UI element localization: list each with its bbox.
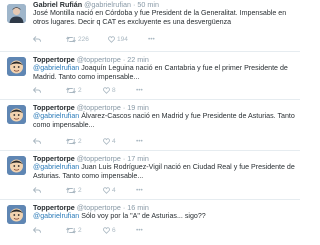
avatar[interactable] — [7, 156, 26, 175]
retweet-icon — [66, 87, 76, 94]
separator-dot: · — [132, 0, 136, 9]
user-handle[interactable]: @toppertorpe — [77, 103, 121, 112]
display-name[interactable]: Toppertorpe — [33, 55, 75, 64]
timestamp[interactable]: 19 min — [127, 103, 149, 112]
more-options-icon[interactable]: ••• — [136, 187, 143, 194]
tweet[interactable]: Toppertorpe @toppertorpe · 19 min @gabri… — [0, 100, 300, 151]
avatar[interactable] — [7, 4, 26, 23]
mention-link[interactable]: @gabrielrufian — [33, 163, 79, 171]
tweet[interactable]: Toppertorpe @toppertorpe · 22 min @gabri… — [0, 52, 300, 100]
user-handle[interactable]: @gabrielrufian — [84, 0, 131, 9]
like-count: 8 — [112, 87, 116, 94]
heart-icon — [103, 138, 110, 145]
like-button[interactable]: 4 — [103, 187, 116, 194]
retweet-count: 226 — [78, 36, 89, 43]
retweet-count: 2 — [78, 227, 82, 234]
retweet-count: 2 — [78, 87, 82, 94]
more-options-icon[interactable]: ••• — [136, 227, 143, 234]
tweet-text: @gabrielrufian Juan Luis Rodríguez-Vigil… — [33, 163, 295, 181]
heart-icon — [103, 87, 110, 94]
like-button[interactable]: 4 — [103, 138, 116, 145]
retweet-icon — [66, 138, 76, 145]
display-name[interactable]: Toppertorpe — [33, 154, 75, 163]
reply-button[interactable] — [33, 187, 41, 194]
like-count: 6 — [112, 227, 116, 234]
tweet[interactable]: Toppertorpe @toppertorpe · 17 min @gabri… — [0, 151, 300, 200]
timestamp[interactable]: 22 min — [127, 55, 149, 64]
tweet-header: Toppertorpe @toppertorpe · 16 min — [33, 203, 149, 212]
retweet-icon — [66, 36, 76, 43]
timestamp[interactable]: 17 min — [127, 154, 149, 163]
tweet-text: @gabrielrufian Sólo voy por la "A" de As… — [33, 212, 295, 221]
tweet-text: @gabrielrufian Joaquín Leguina nació en … — [33, 64, 295, 82]
like-button[interactable]: 194 — [108, 36, 128, 43]
reply-button[interactable] — [33, 87, 41, 94]
user-handle[interactable]: @toppertorpe — [77, 55, 121, 64]
reply-button[interactable] — [33, 138, 41, 145]
avatar[interactable] — [7, 205, 26, 224]
tweet-body: Sólo voy por la "A" de Asturias... sigo?… — [79, 212, 206, 220]
avatar[interactable] — [7, 105, 26, 124]
tweet-header: Toppertorpe @toppertorpe · 19 min — [33, 103, 149, 112]
separator-dot: · — [122, 103, 126, 112]
reply-icon — [33, 87, 41, 93]
display-name[interactable]: Gabriel Rufián — [33, 0, 82, 9]
heart-icon — [108, 36, 115, 43]
tweet-text: @gabrielrufian Álvarez-Cascos nació en M… — [33, 112, 295, 130]
reply-button[interactable] — [33, 227, 41, 234]
like-button[interactable]: 8 — [103, 87, 116, 94]
avatar[interactable] — [7, 57, 26, 76]
tweet-header: Gabriel Rufián @gabrielrufian · 50 min — [33, 0, 159, 9]
cartoon-face-icon — [7, 57, 26, 76]
separator-dot: · — [122, 203, 126, 212]
timestamp[interactable]: 16 min — [127, 203, 149, 212]
timestamp[interactable]: 50 min — [137, 0, 159, 9]
display-name[interactable]: Toppertorpe — [33, 103, 75, 112]
retweet-button[interactable]: 2 — [66, 187, 82, 194]
retweet-count: 2 — [78, 138, 82, 145]
more-options-icon[interactable]: ••• — [136, 87, 143, 94]
retweet-button[interactable]: 2 — [66, 227, 82, 234]
display-name[interactable]: Toppertorpe — [33, 203, 75, 212]
mention-link[interactable]: @gabrielrufian — [33, 212, 79, 220]
reply-icon — [33, 187, 41, 193]
like-count: 4 — [112, 187, 116, 194]
reply-button[interactable] — [33, 36, 41, 43]
cartoon-face-icon — [7, 156, 26, 175]
separator-dot: · — [122, 154, 126, 163]
tweet-header: Toppertorpe @toppertorpe · 22 min — [33, 55, 149, 64]
like-button[interactable]: 6 — [103, 227, 116, 234]
reply-icon — [33, 36, 41, 42]
like-count: 4 — [112, 138, 116, 145]
mention-link[interactable]: @gabrielrufian — [33, 64, 79, 72]
tweet-header: Toppertorpe @toppertorpe · 17 min — [33, 154, 149, 163]
retweet-icon — [66, 187, 76, 194]
retweet-button[interactable]: 2 — [66, 87, 82, 94]
tweet-text: José Montilla nació en Córdoba y fue Pre… — [33, 9, 295, 27]
reply-icon — [33, 138, 41, 144]
user-handle[interactable]: @toppertorpe — [77, 203, 121, 212]
person-portrait-icon — [7, 4, 26, 23]
heart-icon — [103, 227, 110, 234]
reply-icon — [33, 227, 41, 233]
retweet-button[interactable]: 2 — [66, 138, 82, 145]
retweet-count: 2 — [78, 187, 82, 194]
mention-link[interactable]: @gabrielrufian — [33, 112, 79, 120]
retweet-button[interactable]: 226 — [66, 36, 89, 43]
more-options-icon[interactable]: ••• — [148, 36, 155, 43]
tweet[interactable]: Toppertorpe @toppertorpe · 16 min @gabri… — [0, 200, 300, 245]
tweet[interactable]: Gabriel Rufián @gabrielrufian · 50 min J… — [0, 0, 300, 52]
user-handle[interactable]: @toppertorpe — [77, 154, 121, 163]
timeline: Gabriel Rufián @gabrielrufian · 50 min J… — [0, 0, 300, 245]
heart-icon — [103, 187, 110, 194]
separator-dot: · — [122, 55, 126, 64]
cartoon-face-icon — [7, 205, 26, 224]
more-options-icon[interactable]: ••• — [136, 138, 143, 145]
retweet-icon — [66, 227, 76, 234]
like-count: 194 — [117, 36, 128, 43]
cartoon-face-icon — [7, 105, 26, 124]
tweet-body: José Montilla nació en Córdoba y fue Pre… — [33, 9, 287, 26]
